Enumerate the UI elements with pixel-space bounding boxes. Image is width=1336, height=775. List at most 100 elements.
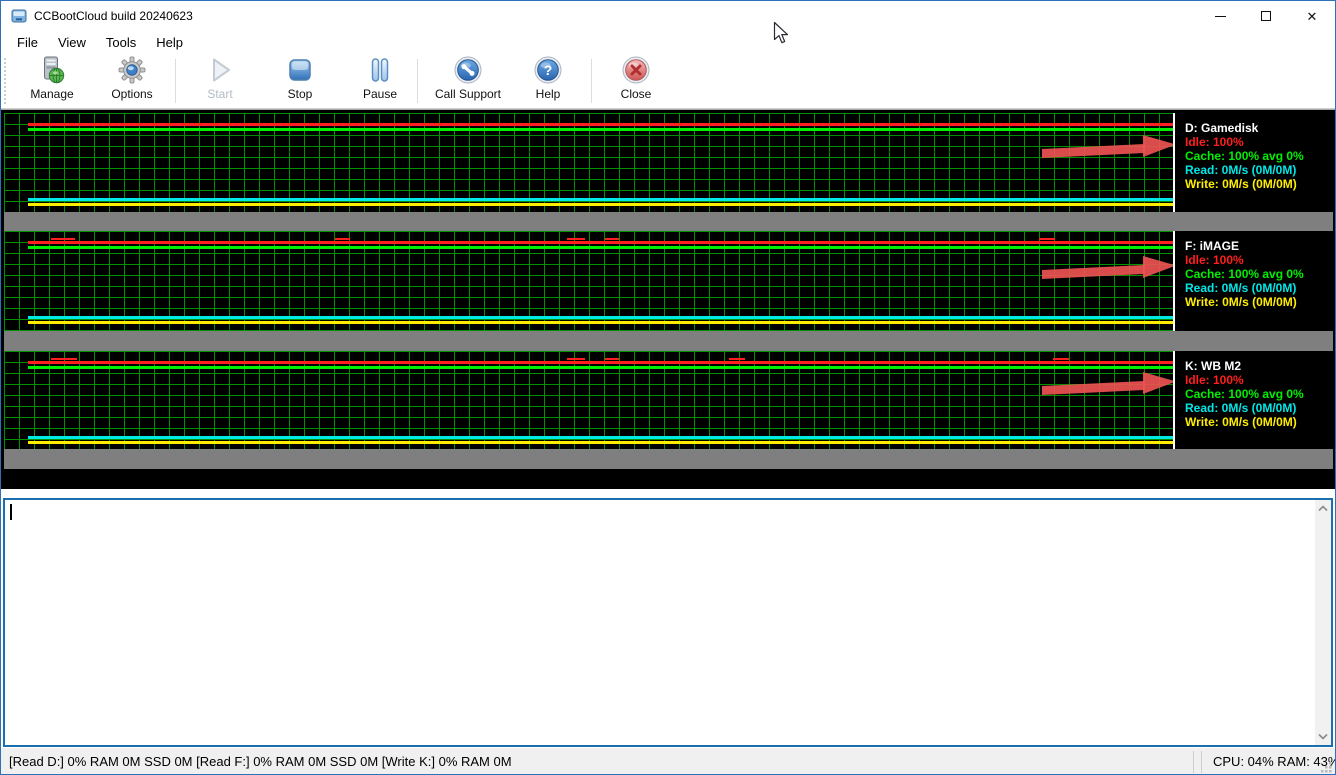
idle-line-bump xyxy=(1053,358,1069,360)
disk-stats-f: F: iMAGE Idle: 100% Cache: 100% avg 0% R… xyxy=(1173,231,1333,331)
cache-series-line xyxy=(28,246,1173,249)
close-app-label: Close xyxy=(596,87,676,101)
help-label: Help xyxy=(508,87,588,101)
start-label: Start xyxy=(180,87,260,101)
call-support-label: Call Support xyxy=(423,87,513,101)
panel-separator xyxy=(4,212,1333,231)
disk-read-stat: Read: 0M/s (0M/0M) xyxy=(1185,163,1333,177)
read-series-line xyxy=(28,198,1173,201)
toolbar-grip xyxy=(4,58,7,104)
red-arrow-annotation xyxy=(1042,366,1176,400)
menu-help[interactable]: Help xyxy=(146,33,193,52)
disk-write-stat: Write: 0M/s (0M/0M) xyxy=(1185,295,1333,309)
write-series-line xyxy=(28,321,1173,324)
title-bar: CCBootCloud build 20240623 ✕ xyxy=(1,1,1335,31)
read-series-line xyxy=(28,316,1173,319)
scroll-up-icon[interactable] xyxy=(1318,505,1328,512)
idle-line-bump xyxy=(1039,238,1055,240)
idle-line-bump xyxy=(605,358,619,360)
options-label: Options xyxy=(92,87,172,101)
disk-title: F: iMAGE xyxy=(1185,239,1333,253)
close-icon: ✕ xyxy=(1307,10,1318,23)
server-globe-icon xyxy=(38,56,66,84)
disk-stats-d: D: Gamedisk Idle: 100% Cache: 100% avg 0… xyxy=(1173,113,1333,212)
idle-line-bump xyxy=(51,238,75,240)
status-separator xyxy=(1201,751,1202,773)
manage-label: Manage xyxy=(12,87,92,101)
panel-separator xyxy=(4,331,1333,351)
panel-separator xyxy=(4,449,1333,469)
disk-title: D: Gamedisk xyxy=(1185,121,1333,135)
write-series-line xyxy=(28,203,1173,206)
disk-read-stat: Read: 0M/s (0M/0M) xyxy=(1185,401,1333,415)
close-app-button[interactable]: Close xyxy=(596,56,676,106)
stop-icon xyxy=(286,56,314,84)
toolbar: Manage Options Start xyxy=(1,54,1335,109)
toolbar-separator xyxy=(175,59,176,103)
start-button: Start xyxy=(180,56,260,106)
status-io-text: [Read D:] 0% RAM 0M SSD 0M [Read F:] 0% … xyxy=(9,748,512,775)
disk-graph-f xyxy=(4,231,1173,331)
disk-graph-d xyxy=(4,113,1173,212)
log-textarea[interactable] xyxy=(3,498,1333,747)
menu-tools[interactable]: Tools xyxy=(96,33,146,52)
close-red-icon xyxy=(622,56,650,84)
status-cpu-ram-text: CPU: 04% RAM: 43% xyxy=(1213,748,1336,775)
idle-line-bump xyxy=(567,358,585,360)
disk-write-stat: Write: 0M/s (0M/0M) xyxy=(1185,177,1333,191)
stop-button[interactable]: Stop xyxy=(260,56,340,106)
disk-panel-d: D: Gamedisk Idle: 100% Cache: 100% avg 0… xyxy=(4,113,1333,212)
minimize-button[interactable] xyxy=(1197,1,1243,31)
disk-monitor-section: D: Gamedisk Idle: 100% Cache: 100% avg 0… xyxy=(1,109,1335,489)
menu-bar: File View Tools Help xyxy=(1,31,1335,54)
disk-graph-k xyxy=(4,351,1173,449)
window-title: CCBootCloud build 20240623 xyxy=(34,1,193,31)
read-series-line xyxy=(28,436,1173,439)
minimize-icon xyxy=(1215,16,1226,17)
disk-panel-k: K: WB M2 Idle: 100% Cache: 100% avg 0% R… xyxy=(4,351,1333,449)
phone-icon xyxy=(454,56,482,84)
status-bar: [Read D:] 0% RAM 0M SSD 0M [Read F:] 0% … xyxy=(1,748,1335,775)
idle-line-bump xyxy=(729,358,745,360)
disk-idle-stat: Idle: 100% xyxy=(1185,135,1333,149)
help-button[interactable]: ? Help xyxy=(508,56,588,106)
manage-button[interactable]: Manage xyxy=(12,56,92,106)
disk-idle-stat: Idle: 100% xyxy=(1185,373,1333,387)
idle-line-bump xyxy=(605,238,619,240)
cache-series-line xyxy=(28,128,1173,131)
write-series-line xyxy=(28,441,1173,444)
pause-icon xyxy=(366,56,394,84)
idle-series-line xyxy=(28,123,1173,126)
maximize-button[interactable] xyxy=(1243,1,1289,31)
call-support-button[interactable]: Call Support xyxy=(423,56,513,106)
disk-stats-k: K: WB M2 Idle: 100% Cache: 100% avg 0% R… xyxy=(1173,351,1333,449)
idle-series-line xyxy=(28,361,1173,364)
idle-series-line xyxy=(28,241,1173,244)
idle-line-bump xyxy=(51,358,77,360)
resize-grip[interactable] xyxy=(1320,761,1333,774)
idle-line-bump xyxy=(335,238,350,240)
status-separator xyxy=(1193,751,1194,773)
idle-line-bump xyxy=(567,238,585,240)
disk-cache-stat: Cache: 100% avg 0% xyxy=(1185,149,1333,163)
close-button[interactable]: ✕ xyxy=(1289,1,1335,31)
text-caret xyxy=(10,504,12,520)
menu-view[interactable]: View xyxy=(48,33,96,52)
stop-label: Stop xyxy=(260,87,340,101)
gear-icon xyxy=(118,56,146,84)
app-window: CCBootCloud build 20240623 ✕ File View T… xyxy=(0,0,1336,775)
vertical-scrollbar[interactable] xyxy=(1315,500,1331,745)
menu-file[interactable]: File xyxy=(7,33,48,52)
toolbar-separator xyxy=(591,59,592,103)
disk-idle-stat: Idle: 100% xyxy=(1185,253,1333,267)
svg-text:?: ? xyxy=(544,62,553,78)
maximize-icon xyxy=(1261,11,1271,21)
disk-title: K: WB M2 xyxy=(1185,359,1333,373)
question-icon: ? xyxy=(534,56,562,84)
toolbar-separator xyxy=(417,59,418,103)
red-arrow-annotation xyxy=(1042,250,1176,284)
disk-panel-f: F: iMAGE Idle: 100% Cache: 100% avg 0% R… xyxy=(4,231,1333,331)
pause-button[interactable]: Pause xyxy=(340,56,420,106)
scroll-down-icon[interactable] xyxy=(1318,733,1328,740)
options-button[interactable]: Options xyxy=(92,56,172,106)
